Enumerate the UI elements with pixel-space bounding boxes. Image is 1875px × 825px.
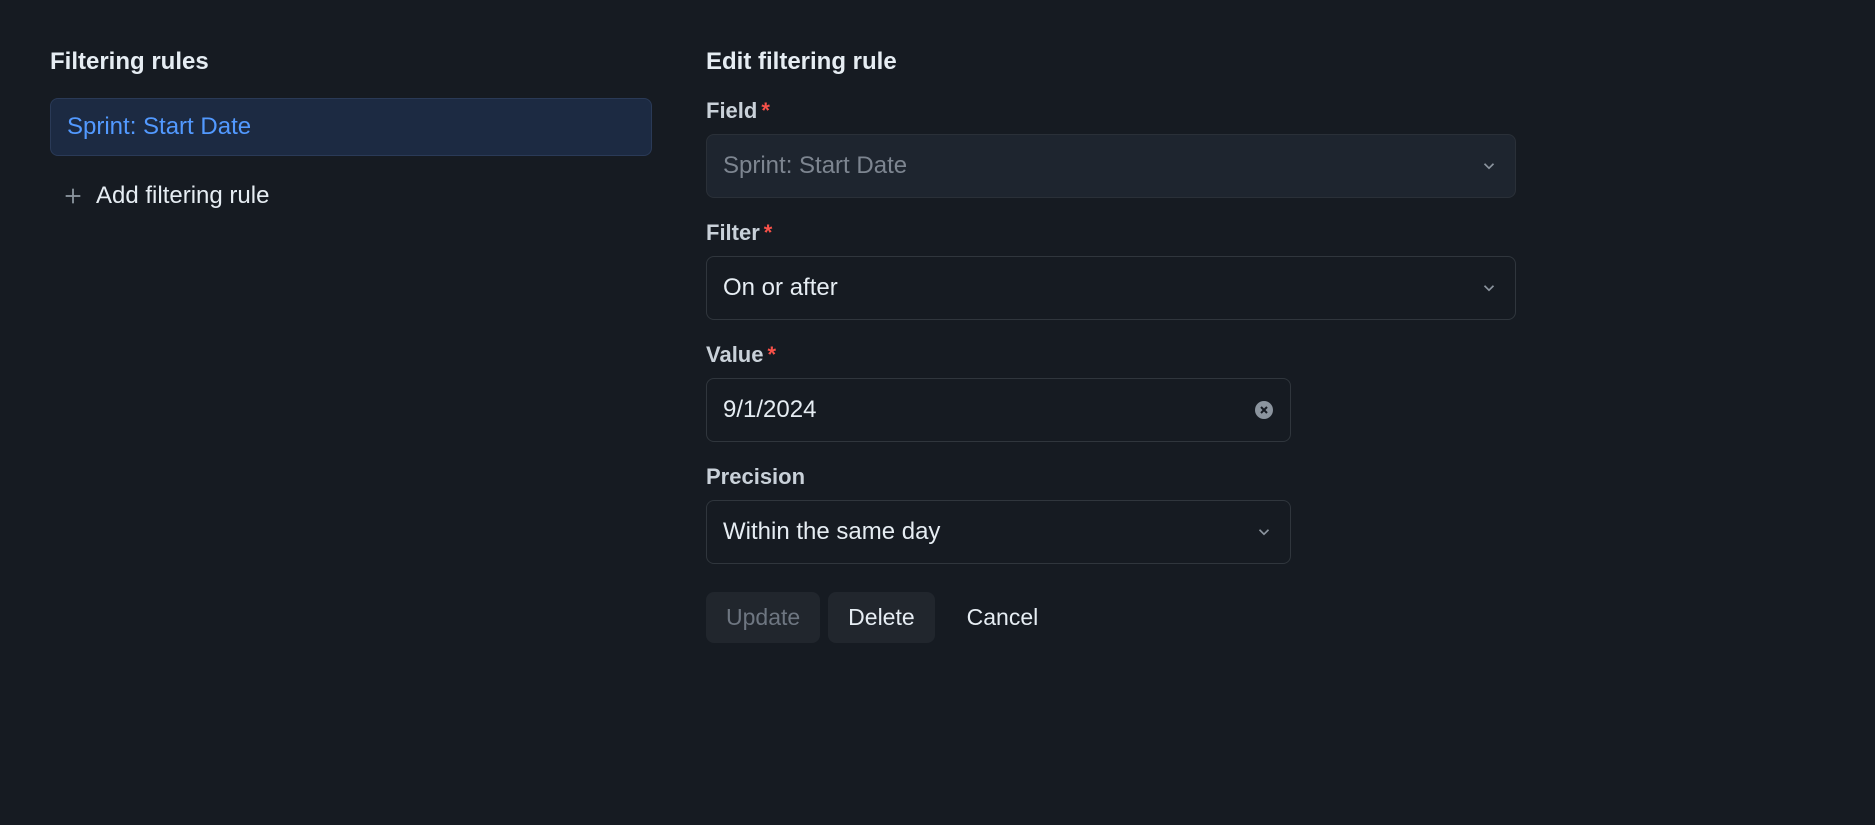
precision-label: Precision	[706, 464, 1516, 490]
filtering-rules-title: Filtering rules	[50, 48, 652, 76]
required-indicator: *	[761, 98, 770, 123]
update-button[interactable]: Update	[706, 592, 820, 643]
plus-icon	[62, 185, 84, 207]
precision-label-text: Precision	[706, 464, 805, 489]
clear-value-button[interactable]	[1253, 399, 1275, 421]
filter-group: Filter* On or after	[706, 220, 1516, 320]
value-label: Value*	[706, 342, 1516, 368]
value-group: Value*	[706, 342, 1516, 442]
precision-group: Precision Within the same day	[706, 464, 1516, 564]
filtering-rule-label: Sprint: Start Date	[67, 113, 251, 140]
cancel-button[interactable]: Cancel	[943, 592, 1063, 643]
filtering-rules-panel: Filtering rules Sprint: Start Date Add f…	[50, 48, 652, 643]
field-label-text: Field	[706, 98, 757, 123]
filter-label: Filter*	[706, 220, 1516, 246]
filter-select-value: On or after	[723, 274, 838, 302]
precision-select[interactable]: Within the same day	[706, 500, 1291, 564]
field-select[interactable]: Sprint: Start Date	[706, 134, 1516, 198]
clear-icon	[1254, 400, 1274, 420]
edit-filtering-rule-title: Edit filtering rule	[706, 48, 1516, 76]
filter-label-text: Filter	[706, 220, 760, 245]
field-label: Field*	[706, 98, 1516, 124]
field-select-value: Sprint: Start Date	[723, 152, 907, 180]
delete-button[interactable]: Delete	[828, 592, 934, 643]
required-indicator: *	[767, 342, 776, 367]
add-filtering-rule-label: Add filtering rule	[96, 182, 269, 210]
filter-select[interactable]: On or after	[706, 256, 1516, 320]
filtering-rule-item[interactable]: Sprint: Start Date	[50, 98, 652, 156]
field-group: Field* Sprint: Start Date	[706, 98, 1516, 198]
action-bar: Update Delete Cancel	[706, 592, 1516, 643]
edit-filtering-rule-panel: Edit filtering rule Field* Sprint: Start…	[706, 48, 1516, 643]
value-label-text: Value	[706, 342, 763, 367]
value-input[interactable]	[706, 378, 1291, 442]
add-filtering-rule-button[interactable]: Add filtering rule	[50, 168, 652, 224]
precision-select-value: Within the same day	[723, 518, 940, 546]
required-indicator: *	[764, 220, 773, 245]
